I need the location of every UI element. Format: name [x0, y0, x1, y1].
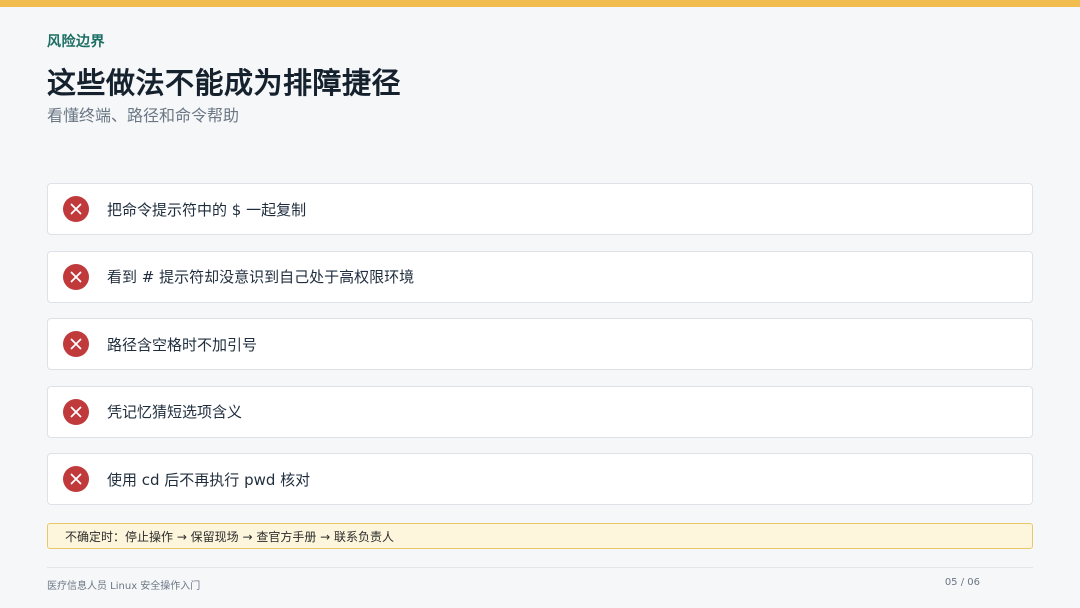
- list-item-text: 路径含空格时不加引号: [107, 335, 258, 354]
- x-circle-icon: [63, 466, 89, 492]
- guidance-note-text: 不确定时：停止操作 → 保留现场 → 查官方手册 → 联系负责人: [65, 529, 395, 544]
- x-circle-icon: [63, 398, 89, 425]
- top-accent-bar: [0, 0, 1080, 7]
- list-item: 把命令提示符中的 $ 一起复制: [47, 183, 1033, 235]
- list-item: 使用 cd 后不再执行 pwd 核对: [47, 453, 1033, 505]
- footer-divider: [47, 567, 1033, 568]
- guidance-note: 不确定时：停止操作 → 保留现场 → 查官方手册 → 联系负责人: [47, 523, 1033, 549]
- list-item-text: 把命令提示符中的 $ 一起复制: [107, 200, 307, 219]
- section-eyebrow: 风险边界: [47, 34, 105, 50]
- list-item-text: 凭记忆猜短选项含义: [107, 403, 243, 421]
- list-item-text: 看到 # 提示符却没意识到自己处于高权限环境: [107, 268, 415, 286]
- x-circle-icon: [63, 196, 89, 222]
- list-item: 看到 # 提示符却没意识到自己处于高权限环境: [47, 250, 1033, 303]
- footer-page-number: 05 / 06: [944, 577, 980, 588]
- list-item: 凭记忆猜短选项含义: [47, 385, 1033, 438]
- x-circle-icon: [63, 263, 89, 290]
- list-item-text: 使用 cd 后不再执行 pwd 核对: [107, 470, 311, 489]
- list-item: 路径含空格时不加引号: [47, 318, 1033, 370]
- risk-list: 把命令提示符中的 $ 一起复制 看到 # 提示符却没意识到自己处于高权限环境 路…: [47, 183, 1033, 521]
- page-subtitle: 看懂终端、路径和命令帮助: [47, 106, 240, 125]
- footer-course-title: 医疗信息人员 Linux 安全操作入门: [47, 581, 201, 592]
- x-circle-icon: [63, 331, 89, 357]
- page-title: 这些做法不能成为排障捷径: [47, 66, 402, 100]
